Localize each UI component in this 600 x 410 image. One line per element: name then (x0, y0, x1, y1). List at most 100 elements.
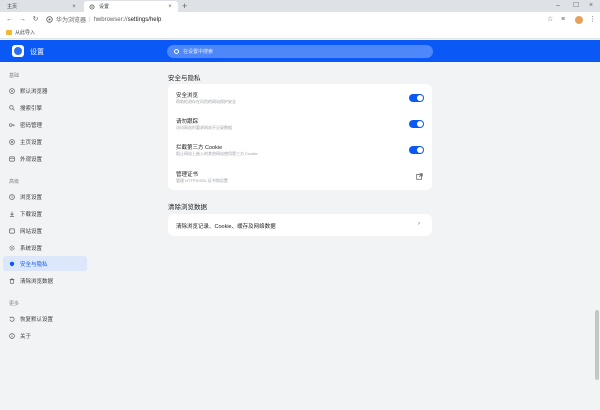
sidebar-item-browsing[interactable]: 浏览设置 (3, 189, 87, 204)
system-icon (9, 244, 15, 251)
download-icon (9, 211, 15, 217)
bookmark-import[interactable]: 从此导入 (15, 29, 35, 36)
address-path: settings/help (127, 16, 162, 23)
folder-icon (6, 30, 12, 35)
sidebar-item-restore[interactable]: 恢复默认设置 (3, 311, 87, 326)
back-button[interactable]: ← (5, 15, 14, 24)
clear-data-label: 清除浏览记录、Cookie、缓存及网络数据 (176, 224, 276, 230)
minimize-button[interactable]: – (556, 1, 560, 10)
tab-home[interactable]: 主页 × (2, 1, 82, 12)
appearance-icon (9, 156, 15, 161)
sidebar-item-downloads[interactable]: 下载设置 (3, 206, 87, 221)
sidebar-item-label: 网站设置 (20, 228, 43, 235)
sidebar-item-clear-data[interactable]: 清除浏览数据 (3, 273, 87, 288)
setting-row-safe-browsing: 安全浏览 帮助检测存在风险的网站保护安全 (168, 84, 432, 110)
sidebar-item-label: 恢复默认设置 (20, 316, 54, 323)
sidebar-item-label: 清除浏览数据 (20, 278, 54, 285)
setting-description: 访问网站时要求网站不记录数据 (176, 125, 232, 130)
block-cookies-toggle[interactable] (409, 146, 424, 154)
address-scheme: hwbrowser:// (93, 16, 128, 23)
new-tab-button[interactable]: + (182, 1, 187, 11)
sidebar-item-default-browser[interactable]: 默认浏览器 (3, 83, 87, 98)
sidebar-group-basic: 基础 (9, 73, 20, 79)
setting-title: 请勿跟踪 (176, 119, 199, 125)
bookmarks-bar: 从此导入 (0, 27, 600, 39)
setting-title: 管理证书 (176, 172, 199, 178)
sidebar-group-more: 更多 (9, 301, 20, 307)
tab-title: 主页 (7, 4, 18, 10)
browser-icon (9, 87, 15, 94)
section-title-security: 安全与隐私 (168, 75, 201, 82)
window-close-button[interactable]: × (589, 1, 593, 10)
sidebar-item-label: 系统设置 (20, 245, 43, 252)
sidebar-item-label: 默认浏览器 (20, 88, 48, 95)
browser-toolbar: ← → ↻ 华为浏览器 | hwbrowser:// settings/help… (0, 12, 600, 27)
search-placeholder: 在设置中搜索 (183, 49, 214, 55)
sidebar-item-appearance[interactable]: 外观设置 (3, 151, 87, 166)
settings-search-input[interactable]: 在设置中搜索 (167, 45, 433, 58)
clear-data-card: 清除浏览记录、Cookie、缓存及网络数据 › (168, 214, 432, 236)
tab-close-icon[interactable]: × (167, 4, 173, 10)
reload-button[interactable]: ↻ (31, 15, 40, 24)
sidebar-item-label: 外观设置 (20, 156, 43, 163)
browse-icon (9, 193, 15, 200)
menu-icon[interactable]: ⋮ (589, 15, 596, 24)
gear-icon (89, 3, 95, 10)
setting-title: 拦截第三方 Cookie (176, 145, 223, 151)
settings-main: 安全与隐私 安全浏览 帮助检测存在风险的网站保护安全 请勿跟踪 访问网站时要求网… (90, 62, 600, 410)
page-title: 设置 (30, 49, 44, 56)
tab-title: 设置 (99, 4, 110, 10)
sidebar-item-about[interactable]: 关于 (3, 328, 87, 343)
sidebar: 基础 默认浏览器 搜索引擎 密码管理 主页设置 外观设置 高级 浏览设置 下载设… (0, 62, 90, 410)
sidebar-group-advanced: 高级 (9, 179, 20, 185)
setting-description: 阻止网站上嵌入的其他网站使用第三方 Cookie (176, 151, 258, 156)
key-icon (9, 122, 15, 127)
clear-data-row[interactable]: 清除浏览记录、Cookie、缓存及网络数据 › (168, 214, 432, 236)
safe-browsing-toggle[interactable] (409, 94, 424, 102)
settings-header: 设置 在设置中搜索 (0, 40, 600, 62)
sidebar-item-security[interactable]: 安全与隐私 (3, 256, 87, 271)
sidebar-item-homepage[interactable]: 主页设置 (3, 134, 87, 149)
tab-close-icon[interactable]: × (71, 4, 77, 10)
sidebar-item-label: 浏览设置 (20, 194, 43, 201)
forward-button[interactable]: → (18, 15, 27, 24)
scrollbar[interactable] (595, 310, 599, 380)
sidebar-item-label: 密码管理 (20, 122, 43, 129)
browser-logo-icon (46, 16, 53, 23)
maximize-button[interactable]: ☐ (573, 1, 579, 10)
tab-settings[interactable]: 设置 × (84, 1, 178, 12)
bookmark-star-icon[interactable]: ☆ (547, 15, 553, 24)
setting-description: 帮助检测存在风险的网站保护安全 (176, 99, 236, 104)
setting-row-do-not-track: 请勿跟踪 访问网站时要求网站不记录数据 (168, 110, 432, 136)
address-separator: | (89, 16, 91, 23)
sidebar-item-label: 下载设置 (20, 211, 43, 218)
do-not-track-toggle[interactable] (409, 120, 424, 128)
sidebar-item-search-engine[interactable]: 搜索引擎 (3, 100, 87, 115)
sidebar-item-label: 安全与隐私 (20, 261, 48, 268)
tab-strip: 主页 × 设置 × + – ☐ × (0, 0, 600, 12)
search-engine-icon (9, 104, 15, 111)
section-title-clear-data: 清除浏览数据 (168, 204, 207, 211)
security-card: 安全浏览 帮助检测存在风险的网站保护安全 请勿跟踪 访问网站时要求网站不记录数据… (168, 84, 432, 190)
setting-description: 管理 HTTPS/SSL 证书和设置 (176, 178, 228, 183)
reading-list-icon[interactable]: ≡ (561, 15, 565, 24)
sidebar-item-label: 搜索引擎 (20, 105, 43, 112)
external-link-icon[interactable] (416, 173, 423, 180)
sidebar-item-label: 主页设置 (20, 139, 43, 146)
sidebar-item-system[interactable]: 系统设置 (3, 240, 87, 255)
setting-row-certificates[interactable]: 管理证书 管理 HTTPS/SSL 证书和设置 (168, 163, 432, 190)
home-icon (9, 138, 15, 145)
site-icon (9, 228, 15, 233)
info-icon (9, 332, 15, 339)
settings-logo-icon (12, 45, 24, 57)
setting-row-block-cookies: 拦截第三方 Cookie 阻止网站上嵌入的其他网站使用第三方 Cookie (168, 136, 432, 163)
avatar[interactable] (575, 16, 583, 24)
sidebar-item-label: 关于 (20, 333, 32, 340)
sidebar-item-passwords[interactable]: 密码管理 (3, 117, 87, 132)
address-brand: 华为浏览器 (56, 18, 87, 24)
chevron-right-icon: › (418, 221, 420, 227)
shield-icon (9, 261, 15, 266)
sidebar-item-site-settings[interactable]: 网站设置 (3, 223, 87, 238)
trash-icon (9, 277, 15, 284)
address-bar[interactable]: 华为浏览器 | hwbrowser:// settings/help (46, 14, 161, 25)
